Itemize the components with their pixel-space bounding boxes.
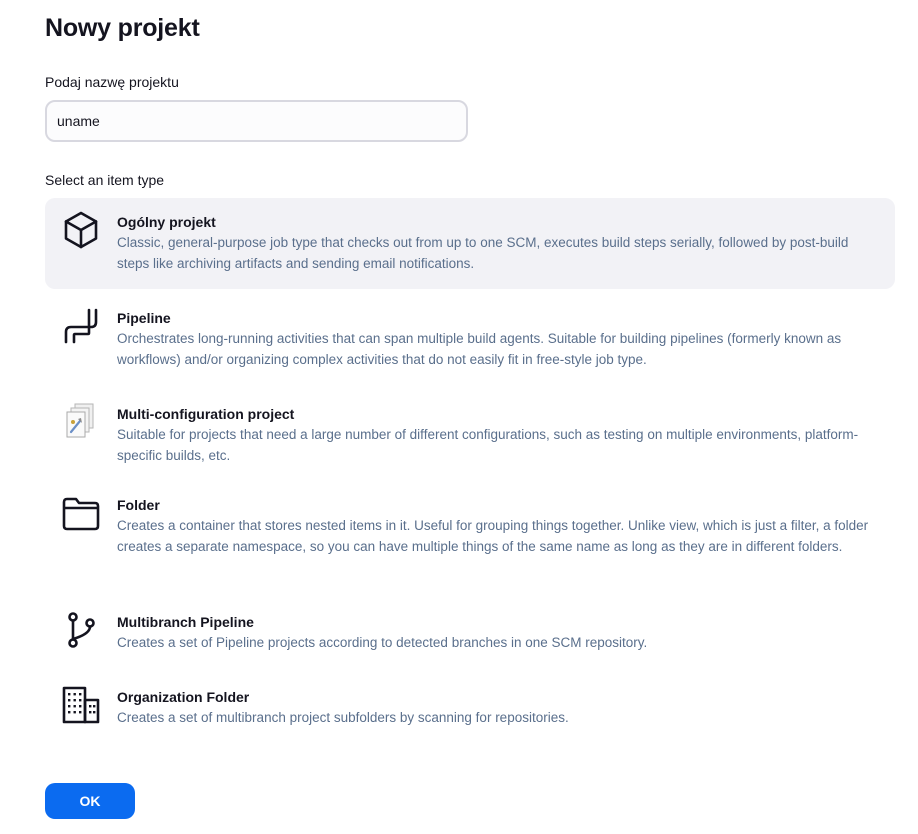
item-type-organization-folder[interactable]: Organization Folder Creates a set of mul… [45,675,895,739]
item-title: Organization Folder [117,689,250,705]
item-type-pipeline[interactable]: Pipeline Orchestrates long-running activ… [45,296,895,382]
building-icon [61,685,101,725]
ok-button[interactable]: OK [45,783,135,819]
branch-icon [61,610,101,650]
item-title: Pipeline [117,310,171,326]
item-type-multibranch-pipeline[interactable]: Multibranch Pipeline Creates a set of Pi… [45,600,895,664]
item-description: Creates a set of multibranch project sub… [117,710,569,725]
page-title: Nowy projekt [45,14,200,42]
item-title: Multi-configuration project [117,406,295,422]
item-type-freestyle[interactable]: Ogólny projekt Classic, general-purpose … [45,198,895,289]
folder-icon [61,493,101,533]
item-type-folder[interactable]: Folder Creates a container that stores n… [45,483,895,589]
pipeline-icon [61,306,101,346]
item-type-label: Select an item type [45,172,165,188]
package-icon [61,210,101,250]
item-description: Suitable for projects that need a large … [117,427,859,463]
multi-config-icon [61,402,101,442]
item-description: Creates a container that stores nested i… [117,518,869,554]
item-description: Creates a set of Pipeline projects accor… [117,635,648,650]
project-name-label: Podaj nazwę projektu [45,74,179,90]
item-description: Orchestrates long-running activities tha… [117,331,842,367]
item-description: Classic, general-purpose job type that c… [117,235,849,271]
item-title: Ogólny projekt [117,214,216,230]
item-title: Folder [117,497,160,513]
item-type-multi-configuration[interactable]: Multi-configuration project Suitable for… [45,392,895,476]
item-title: Multibranch Pipeline [117,614,254,630]
project-name-input[interactable] [45,100,468,142]
